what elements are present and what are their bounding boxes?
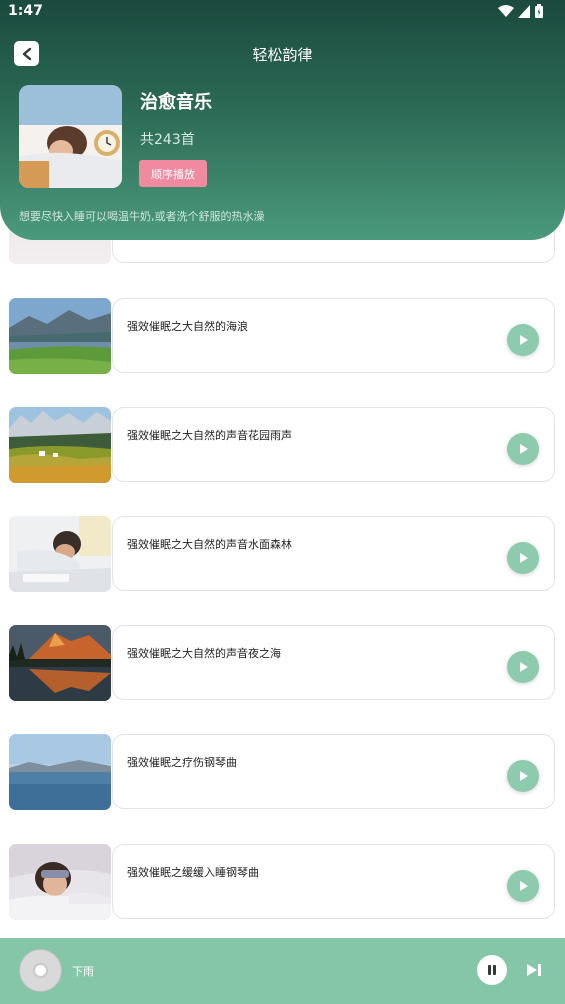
play-button[interactable] bbox=[507, 542, 539, 574]
play-icon bbox=[520, 335, 528, 345]
track-row[interactable]: 强效催眠之大自然的声音夜之海 bbox=[9, 625, 557, 701]
track-title: 强效催眠之大自然的声音夜之海 bbox=[127, 647, 281, 660]
play-icon bbox=[520, 553, 528, 563]
status-bar: 1:47 bbox=[0, 0, 565, 26]
track-title: 强效催眠之缓缓入睡钢琴曲 bbox=[127, 866, 259, 879]
album-cover bbox=[19, 85, 122, 188]
play-button[interactable] bbox=[507, 433, 539, 465]
album-title: 治愈音乐 bbox=[140, 92, 212, 113]
now-playing-title: 下雨 bbox=[72, 965, 94, 978]
play-button[interactable] bbox=[507, 324, 539, 356]
track-row[interactable]: 强效催眠之大自然的海浪 bbox=[9, 298, 557, 374]
track-card[interactable]: 强效催眠之大自然的声音夜之海 bbox=[112, 625, 555, 700]
play-icon bbox=[520, 444, 528, 454]
track-thumbnail bbox=[9, 407, 111, 483]
sequential-play-button[interactable]: 顺序播放 bbox=[139, 160, 207, 187]
wifi-icon bbox=[498, 4, 514, 17]
track-thumbnail bbox=[9, 298, 111, 374]
pause-button[interactable] bbox=[477, 955, 507, 985]
track-count: 共243首 bbox=[140, 132, 195, 148]
play-button[interactable] bbox=[507, 870, 539, 902]
skip-next-icon bbox=[527, 964, 541, 976]
track-card[interactable]: 强效催眠之大自然的声音花园雨声 bbox=[112, 407, 555, 482]
track-thumbnail bbox=[9, 516, 111, 592]
track-card[interactable]: 强效催眠之大自然的声音水面森林 bbox=[112, 516, 555, 591]
page-title: 轻松韵律 bbox=[252, 46, 313, 64]
status-icons bbox=[498, 4, 543, 18]
track-row[interactable]: 强效催眠之缓缓入睡钢琴曲 bbox=[9, 844, 557, 920]
track-row[interactable]: 强效催眠之大自然的声音水面森林 bbox=[9, 516, 557, 592]
track-card[interactable]: 强效催眠之疗伤钢琴曲 bbox=[112, 734, 555, 809]
mini-player[interactable]: 下雨 bbox=[0, 938, 565, 1004]
sleep-tip: 想要尽快入睡可以喝温牛奶,或者洗个舒服的热水澡 bbox=[19, 210, 265, 223]
play-icon bbox=[520, 771, 528, 781]
track-thumbnail bbox=[9, 625, 111, 701]
track-thumbnail bbox=[9, 734, 111, 810]
status-time: 1:47 bbox=[8, 3, 43, 19]
track-thumbnail bbox=[9, 844, 111, 920]
track-title: 强效催眠之大自然的海浪 bbox=[127, 320, 248, 333]
track-row[interactable]: 强效催眠之大自然的声音花园雨声 bbox=[9, 407, 557, 483]
track-title: 强效催眠之大自然的声音水面森林 bbox=[127, 538, 292, 551]
signal-icon bbox=[518, 4, 530, 18]
track-card[interactable]: 强效催眠之缓缓入睡钢琴曲 bbox=[112, 844, 555, 919]
next-button[interactable] bbox=[525, 955, 543, 985]
battery-icon bbox=[535, 4, 543, 18]
play-icon bbox=[520, 881, 528, 891]
pause-icon bbox=[488, 965, 496, 975]
track-card[interactable]: 强效催眠之大自然的海浪 bbox=[112, 298, 555, 373]
play-button[interactable] bbox=[507, 760, 539, 792]
play-button[interactable] bbox=[507, 651, 539, 683]
track-title: 强效催眠之大自然的声音花园雨声 bbox=[127, 429, 292, 442]
track-title: 强效催眠之疗伤钢琴曲 bbox=[127, 756, 237, 769]
album-header: 轻松韵律 治愈音乐 共243首 顺序播放 想要尽快入睡可以喝温牛奶,或者洗个舒服… bbox=[0, 0, 565, 240]
disc-cover[interactable] bbox=[19, 949, 62, 992]
play-icon bbox=[520, 662, 528, 672]
track-row[interactable]: 强效催眠之疗伤钢琴曲 bbox=[9, 734, 557, 810]
